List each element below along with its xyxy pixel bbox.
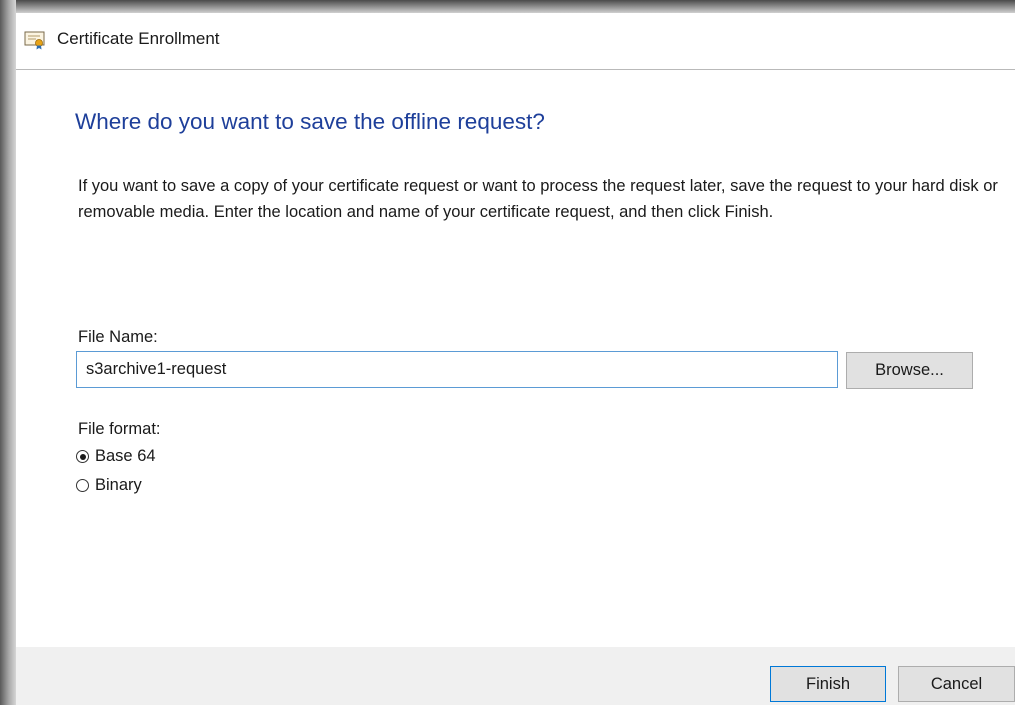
- radio-base64-label: Base 64: [95, 447, 156, 465]
- browse-button[interactable]: Browse...: [846, 352, 973, 389]
- page-description: If you want to save a copy of your certi…: [78, 177, 998, 221]
- page-heading: Where do you want to save the offline re…: [75, 109, 545, 134]
- window-shadow-left: [0, 0, 16, 705]
- file-name-input[interactable]: [76, 351, 838, 388]
- file-format-label: File format:: [78, 420, 161, 438]
- radio-binary[interactable]: Binary: [76, 476, 142, 495]
- finish-button[interactable]: Finish: [770, 666, 886, 702]
- cancel-button[interactable]: Cancel: [898, 666, 1015, 702]
- file-name-label: File Name:: [78, 328, 158, 346]
- window-shadow-top: [0, 0, 1015, 13]
- radio-base64[interactable]: Base 64: [76, 447, 156, 466]
- radio-binary-label: Binary: [95, 476, 142, 494]
- screen: Certificate Enrollment Where do you want…: [0, 0, 1015, 705]
- radio-button-checked[interactable]: [76, 450, 89, 463]
- title-bar[interactable]: Certificate Enrollment: [16, 13, 1015, 70]
- certificate-enrollment-window: Certificate Enrollment Where do you want…: [16, 13, 1015, 705]
- radio-button-unchecked[interactable]: [76, 479, 89, 492]
- certificate-icon: [24, 30, 46, 50]
- window-title: Certificate Enrollment: [57, 29, 220, 48]
